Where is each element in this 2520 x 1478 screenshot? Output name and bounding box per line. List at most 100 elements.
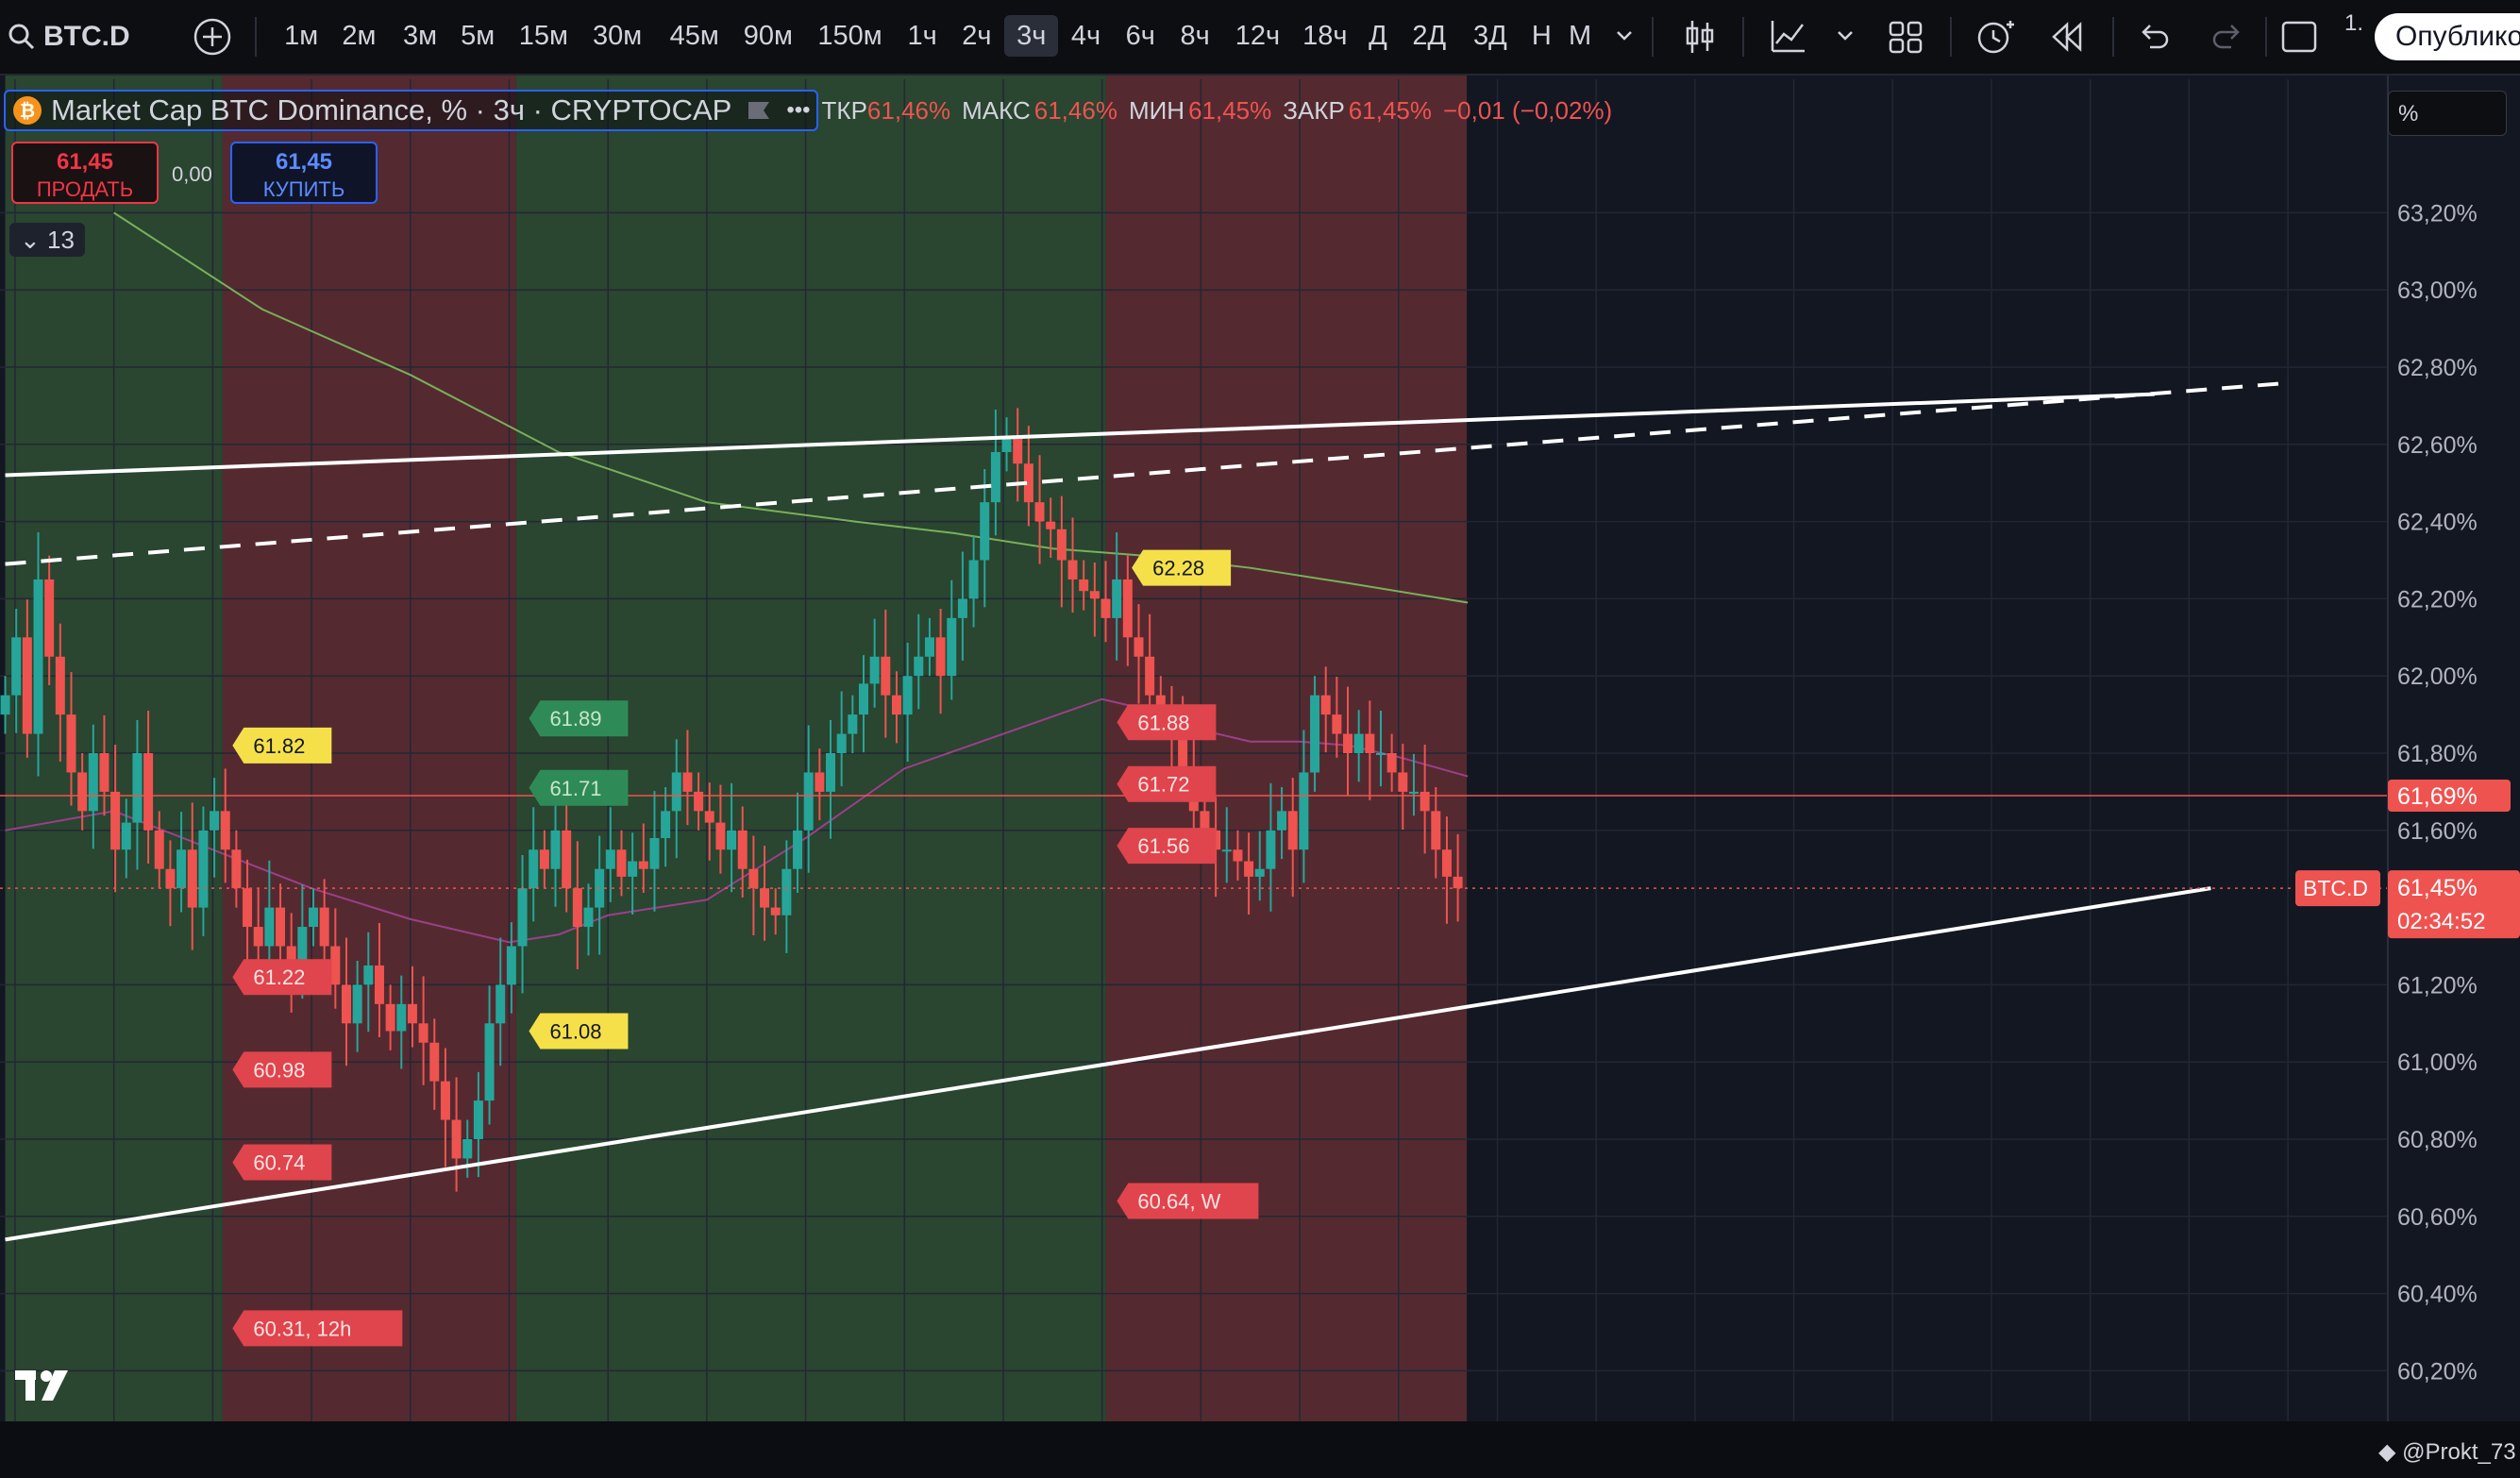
legend-title-box[interactable]: ₿ Market Cap BTC Dominance, % · 3ч · CRY…: [4, 90, 818, 131]
timeframe-150м[interactable]: 150м: [805, 15, 894, 57]
timeframe-5м[interactable]: 5м: [449, 15, 506, 57]
candle-body: [496, 984, 506, 1024]
scale-mode-field[interactable]: %: [2388, 91, 2507, 136]
timeframe-1м[interactable]: 1м: [273, 15, 329, 57]
candle-body: [1034, 502, 1045, 522]
replay-icon[interactable]: [2048, 17, 2086, 61]
candle-body: [737, 830, 748, 869]
candle-body: [628, 861, 638, 877]
level-label-text: 61.72: [1137, 773, 1189, 797]
symbol-tag-text: BTC.D: [2303, 876, 2368, 900]
candle-body: [473, 1100, 483, 1139]
timeframe-8ч[interactable]: 8ч: [1168, 15, 1222, 57]
timeframe-1ч[interactable]: 1ч: [896, 15, 949, 57]
candle-body: [980, 502, 990, 561]
author-name: @Prokt_73: [2402, 1439, 2516, 1465]
buy-label: КУПИТЬ: [262, 177, 345, 201]
candle-body: [529, 849, 539, 889]
chevron-down-icon[interactable]: [1612, 17, 1637, 61]
candle-body: [243, 888, 253, 928]
sell-button[interactable]: 61,45 ПРОДАТЬ: [11, 142, 159, 204]
candle-body: [1089, 591, 1100, 599]
candle-body: [1122, 579, 1133, 638]
indicators-icon[interactable]: [1769, 17, 1808, 61]
candle-body: [517, 888, 528, 947]
redo-icon[interactable]: [2210, 17, 2244, 61]
candle-body: [595, 868, 605, 908]
timeframe-4ч[interactable]: 4ч: [1059, 15, 1113, 57]
alert-clock-icon[interactable]: [1974, 17, 2016, 61]
more-options-icon[interactable]: •••: [786, 97, 810, 124]
candle-body: [451, 1119, 462, 1159]
price-chart[interactable]: 61.82 61.89 61.71 62.28 61.88 61.72 61.56 61.22…: [0, 76, 2520, 1421]
candle-body: [1134, 637, 1144, 657]
candles-icon[interactable]: [1684, 17, 1716, 61]
candle-body: [1254, 868, 1265, 877]
flag-icon[interactable]: [745, 96, 773, 125]
indicators-collapse-button[interactable]: ⌄ 13: [9, 223, 85, 257]
candle-body: [363, 965, 374, 985]
level-label-text: 60.31, 12h: [253, 1317, 351, 1340]
candle-body: [990, 451, 1000, 503]
candle-body: [165, 868, 176, 889]
layout-grid-icon[interactable]: [1888, 17, 1924, 61]
candle-body: [44, 579, 55, 657]
bitcoin-icon: ₿: [13, 96, 42, 125]
timeframe-12ч[interactable]: 12ч: [1222, 15, 1292, 57]
timeframe-Н[interactable]: Н: [1521, 15, 1562, 57]
series-legend: ₿ Market Cap BTC Dominance, % · 3ч · CRY…: [4, 90, 1612, 131]
candle-body: [671, 772, 681, 812]
candle-body: [550, 830, 561, 869]
zone-bear: [1105, 76, 1468, 1421]
timeframe-15м[interactable]: 15м: [507, 15, 580, 57]
level-label-text: 60.98: [253, 1058, 305, 1082]
candle-body: [704, 811, 714, 823]
timeframe-3ч[interactable]: 3ч: [1004, 15, 1059, 57]
candle-body: [1453, 876, 1463, 889]
timeframe-2ч[interactable]: 2ч: [949, 15, 1003, 57]
timeframe-30м[interactable]: 30м: [580, 15, 653, 57]
top-toolbar: BTC.D 1. Опублико 1м 2м 3м 5м 15м 30м 45м 90м 15…: [0, 0, 2520, 76]
candle-body: [881, 656, 891, 696]
candle-body: [1299, 772, 1309, 850]
candle-body: [121, 822, 131, 850]
price-tick-label: 61,20%: [2397, 972, 2478, 999]
candle-body: [583, 907, 594, 928]
candle-body: [649, 837, 660, 869]
indicators-count: 13: [47, 226, 75, 254]
timeframe-3м[interactable]: 3м: [392, 15, 448, 57]
price-tick-label: 60,60%: [2397, 1204, 2478, 1231]
candle-body: [0, 695, 10, 715]
undo-icon[interactable]: [2137, 17, 2171, 61]
price-tick-label: 60,80%: [2397, 1127, 2478, 1153]
sell-label: ПРОДАТЬ: [36, 177, 134, 201]
fullscreen-icon[interactable]: [2280, 17, 2318, 61]
timeframe-2Д[interactable]: 2Д: [1399, 15, 1459, 57]
price-tick-label: 60,20%: [2397, 1358, 2478, 1385]
candle-body: [55, 656, 65, 715]
candle-body: [924, 637, 934, 657]
candle-body: [33, 579, 43, 734]
timeframe-М[interactable]: М: [1559, 15, 1600, 57]
timeframe-6ч[interactable]: 6ч: [1114, 15, 1168, 57]
timeframe-18ч[interactable]: 18ч: [1290, 15, 1360, 57]
candle-body: [760, 888, 770, 908]
price-tick-label: 61,80%: [2397, 741, 2478, 767]
symbol-search[interactable]: BTC.D: [8, 0, 130, 74]
timeframe-3Д[interactable]: 3Д: [1460, 15, 1520, 57]
publish-button[interactable]: Опублико: [2375, 13, 2520, 60]
price-tick-label: 62,60%: [2397, 432, 2478, 459]
timeframe-45м[interactable]: 45м: [658, 15, 731, 57]
timeframe-2м[interactable]: 2м: [330, 15, 387, 57]
chevron-down-icon[interactable]: [1833, 17, 1857, 61]
candle-body: [1200, 811, 1210, 831]
timeframe-Д[interactable]: Д: [1357, 15, 1398, 57]
legend-title: Market Cap BTC Dominance, % · 3ч · CRYPT…: [51, 93, 732, 126]
timeframe-90м[interactable]: 90м: [731, 15, 804, 57]
candle-body: [715, 822, 726, 850]
add-symbol-icon[interactable]: [193, 17, 232, 61]
author-watermark: ◆ @Prokt_73: [2378, 1438, 2516, 1466]
candle-body: [1365, 733, 1375, 753]
buy-price: 61,45: [275, 149, 333, 175]
buy-button[interactable]: 61,45 КУПИТЬ: [230, 142, 378, 204]
